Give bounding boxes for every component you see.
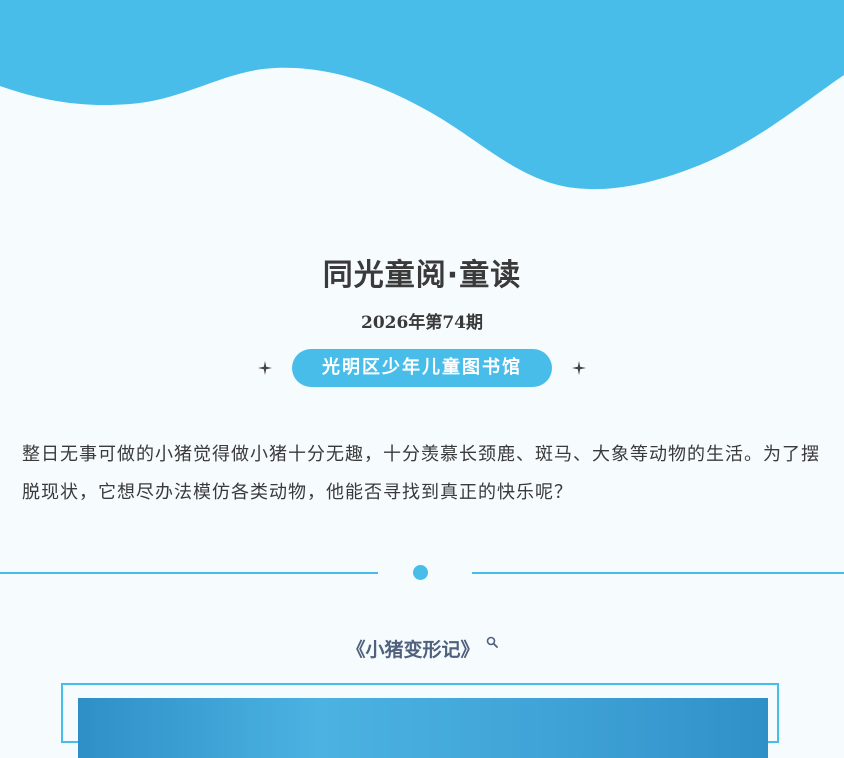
divider-dot — [413, 565, 428, 580]
divider-line-left — [0, 572, 378, 574]
book-cover-image[interactable] — [78, 698, 768, 758]
divider-line-right — [472, 572, 844, 574]
issue-number: 2026年第74期 — [361, 313, 483, 333]
page-title: 同光童阅·童读 — [322, 258, 522, 293]
search-icon[interactable] — [486, 631, 498, 653]
intro-paragraph: 整日无事可做的小猪觉得做小猪十分无趣，十分羡慕长颈鹿、斑马、大象等动物的生活。为… — [22, 444, 820, 503]
book-title[interactable]: 《小猪变形记》 — [346, 639, 479, 661]
wave-header — [0, 0, 844, 190]
book-cover-frame — [61, 683, 779, 758]
book-title-row: 《小猪变形记》 — [0, 635, 844, 662]
organizer-row: 光明区少年儿童图书馆 — [0, 349, 844, 387]
sparkle-icon — [258, 361, 272, 375]
sparkle-icon — [572, 361, 586, 375]
organizer-badge: 光明区少年儿童图书馆 — [292, 349, 552, 387]
